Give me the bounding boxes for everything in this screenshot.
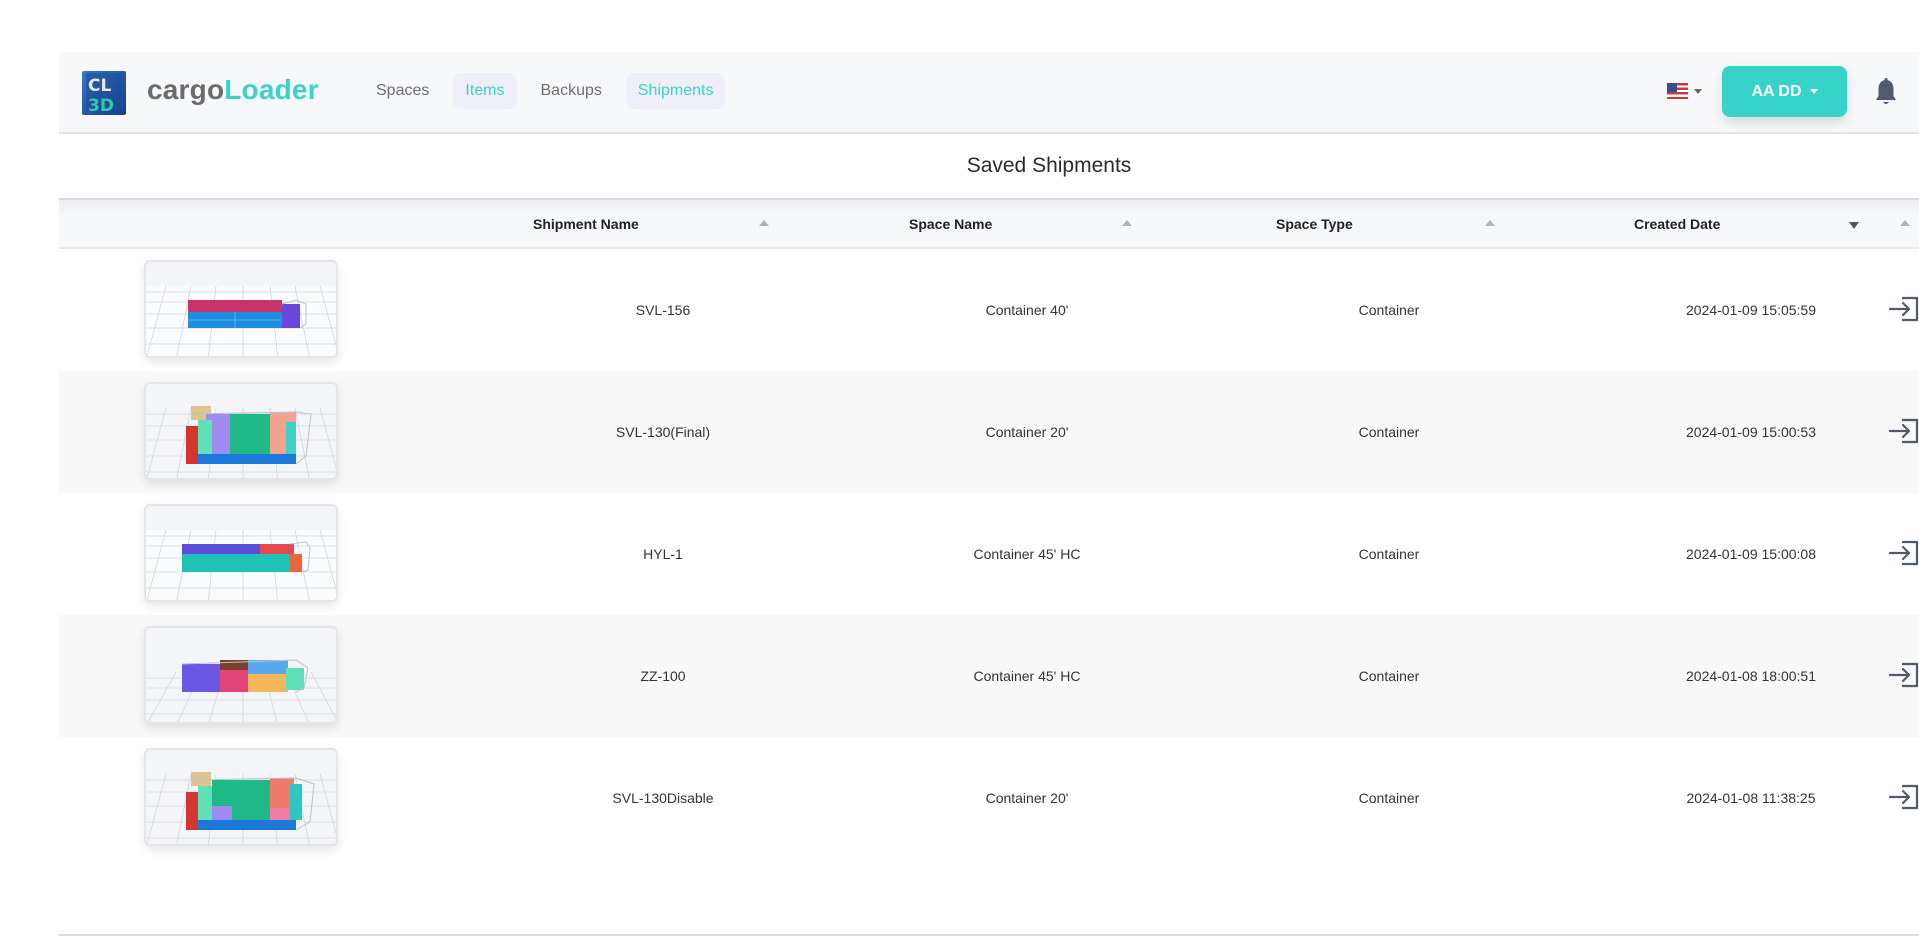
cell-space-name: Container 20' (985, 424, 1069, 440)
table-row[interactable]: HYL-1 Container 45' HC Container 2024-01… (59, 493, 1919, 615)
top-navbar: CL 3D cargoLoader Spaces Items Backups S… (59, 52, 1919, 134)
cell-space-name: Container 20' (985, 790, 1069, 806)
nav-backups[interactable]: Backups (529, 73, 614, 109)
open-shipment-icon[interactable] (1888, 295, 1919, 323)
column-header-space-type[interactable]: Space Type (1276, 200, 1353, 247)
cell-space-type: Container (1358, 668, 1420, 684)
svg-text:3D: 3D (88, 96, 114, 116)
table-row[interactable]: ZZ-100 Container 45' HC Container 2024-0… (59, 615, 1919, 737)
shipment-3d-thumbnail[interactable] (144, 504, 338, 602)
nav-shipments[interactable]: Shipments (625, 73, 726, 109)
shipment-3d-thumbnail[interactable] (144, 626, 338, 724)
shipment-3d-thumbnail[interactable] (144, 260, 338, 358)
bell-icon[interactable] (1874, 77, 1898, 107)
page-title: Saved Shipments (966, 154, 1132, 177)
page: CL 3D cargoLoader Spaces Items Backups S… (59, 52, 1919, 859)
cell-created-date: 2024-01-09 15:05:59 (1686, 302, 1816, 318)
cl3d-logo-icon[interactable]: CL 3D (80, 69, 128, 117)
cell-created-date: 2024-01-08 18:00:51 (1686, 668, 1816, 684)
sort-desc-icon[interactable] (1849, 222, 1859, 229)
sort-asc-icon[interactable] (1122, 220, 1132, 226)
chevron-down-icon (1809, 89, 1818, 94)
cell-space-name: Container 40' (985, 302, 1069, 318)
cell-shipment-name: HYL-1 (643, 546, 683, 562)
open-shipment-icon[interactable] (1888, 661, 1919, 689)
open-shipment-icon[interactable] (1888, 783, 1919, 811)
user-name-label: AA DD (1751, 82, 1802, 100)
sort-asc-icon[interactable] (1900, 220, 1910, 226)
cell-space-type: Container (1358, 790, 1420, 806)
nav-items[interactable]: Items (453, 73, 517, 109)
user-menu-button[interactable]: AA DD (1722, 66, 1847, 117)
page-title-bar: Saved Shipments (59, 134, 1919, 198)
column-header-space-name[interactable]: Space Name (909, 200, 992, 247)
logo-text-cargo: cargo (147, 74, 225, 105)
table-row[interactable]: SVL-156 Container 40' Container 2024-01-… (59, 249, 1919, 371)
svg-text:CL: CL (88, 76, 111, 96)
cell-created-date: 2024-01-09 15:00:53 (1686, 424, 1816, 440)
cell-space-type: Container (1358, 302, 1420, 318)
sort-asc-icon[interactable] (1485, 220, 1495, 226)
cell-shipment-name: SVL-156 (635, 302, 691, 318)
sort-asc-icon[interactable] (759, 220, 769, 226)
column-header-shipment-name[interactable]: Shipment Name (533, 200, 639, 247)
cell-space-name: Container 45' HC (973, 546, 1081, 562)
main-nav: Spaces Items Backups Shipments (364, 73, 726, 109)
cell-shipment-name: ZZ-100 (640, 668, 686, 684)
shipment-3d-thumbnail[interactable] (144, 748, 338, 846)
open-shipment-icon[interactable] (1888, 539, 1919, 567)
us-flag-icon (1667, 83, 1688, 99)
nav-spaces[interactable]: Spaces (364, 73, 441, 109)
open-shipment-icon[interactable] (1888, 417, 1919, 445)
logo-text-loader: Loader (224, 74, 319, 105)
shipment-3d-thumbnail[interactable] (144, 382, 338, 480)
table-row[interactable]: SVL-130Disable Container 20' Container 2… (59, 737, 1919, 859)
cell-shipment-name: SVL-130Disable (612, 790, 714, 806)
cell-created-date: 2024-01-09 15:00:08 (1686, 546, 1816, 562)
cell-created-date: 2024-01-08 11:38:25 (1686, 790, 1816, 806)
cell-space-name: Container 45' HC (973, 668, 1081, 684)
chevron-down-icon (1694, 88, 1702, 94)
cell-space-type: Container (1358, 424, 1420, 440)
table-body: SVL-156 Container 40' Container 2024-01-… (59, 249, 1919, 859)
table-row[interactable]: SVL-130(Final) Container 20' Container 2… (59, 371, 1919, 493)
table-header: Shipment Name Space Name Space Type Crea… (59, 198, 1919, 249)
cell-shipment-name: SVL-130(Final) (615, 424, 711, 440)
column-header-created-date[interactable]: Created Date (1634, 200, 1720, 247)
cell-space-type: Container (1358, 546, 1420, 562)
language-selector[interactable] (1667, 83, 1702, 99)
app-logo-text[interactable]: cargoLoader (147, 74, 319, 106)
